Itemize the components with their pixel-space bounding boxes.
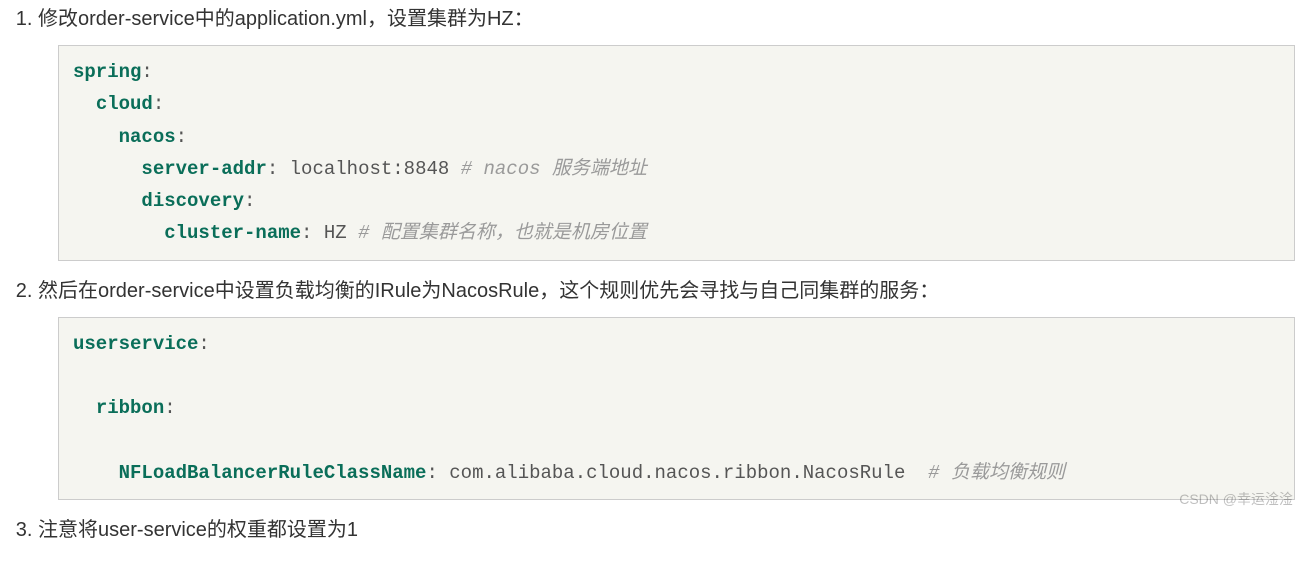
code1-l5-val: HZ <box>324 222 347 244</box>
code1-l3-val: localhost:8848 <box>290 158 450 180</box>
code2-l0-key: userservice <box>73 333 198 355</box>
code1-l0-key: spring <box>73 61 141 83</box>
code2-l0-colon: : <box>198 333 209 355</box>
code1-l2-colon: : <box>176 126 187 148</box>
step-3: 注意将user-service的权重都设置为1 <box>38 514 1295 546</box>
step-1-text: 修改order-service中的application.yml，设置集群为HZ… <box>38 8 534 30</box>
code1-l1-key: cloud <box>96 93 153 115</box>
code1-l4-colon: : <box>244 190 255 212</box>
step-2: 然后在order-service中设置负载均衡的IRule为NacosRule，… <box>38 275 1295 500</box>
code1-l3-key: server-addr <box>141 158 266 180</box>
code1-l3-comment: # nacos 服务端地址 <box>449 158 647 180</box>
step-list: 修改order-service中的application.yml，设置集群为HZ… <box>10 3 1295 546</box>
code-block-2: userservice: ribbon: NFLoadBalancerRuleC… <box>58 317 1295 500</box>
code2-l2-key: ribbon <box>96 397 164 419</box>
code2-l4-key: NFLoadBalancerRuleClassName <box>119 462 427 484</box>
code1-l1-colon: : <box>153 93 164 115</box>
code1-l2-key: nacos <box>119 126 176 148</box>
code1-l5-colon: : <box>301 222 324 244</box>
code2-l4-colon: : <box>426 462 449 484</box>
watermark: CSDN @幸运淦淦 <box>1179 488 1293 510</box>
code1-l4-key: discovery <box>141 190 244 212</box>
code2-l4-comment: # 负载均衡规则 <box>905 462 1065 484</box>
code-block-1: spring: cloud: nacos: server-addr: local… <box>58 45 1295 261</box>
step-1: 修改order-service中的application.yml，设置集群为HZ… <box>38 3 1295 261</box>
code2-l4-val: com.alibaba.cloud.nacos.ribbon.NacosRule <box>449 462 905 484</box>
step-3-text: 注意将user-service的权重都设置为1 <box>38 519 358 541</box>
code2-l2-colon: : <box>164 397 175 419</box>
code1-l3-colon: : <box>267 158 290 180</box>
step-2-text: 然后在order-service中设置负载均衡的IRule为NacosRule，… <box>38 280 939 302</box>
code1-l0-colon: : <box>141 61 152 83</box>
code1-l5-comment: # 配置集群名称，也就是机房位置 <box>347 222 647 244</box>
code1-l5-key: cluster-name <box>164 222 301 244</box>
